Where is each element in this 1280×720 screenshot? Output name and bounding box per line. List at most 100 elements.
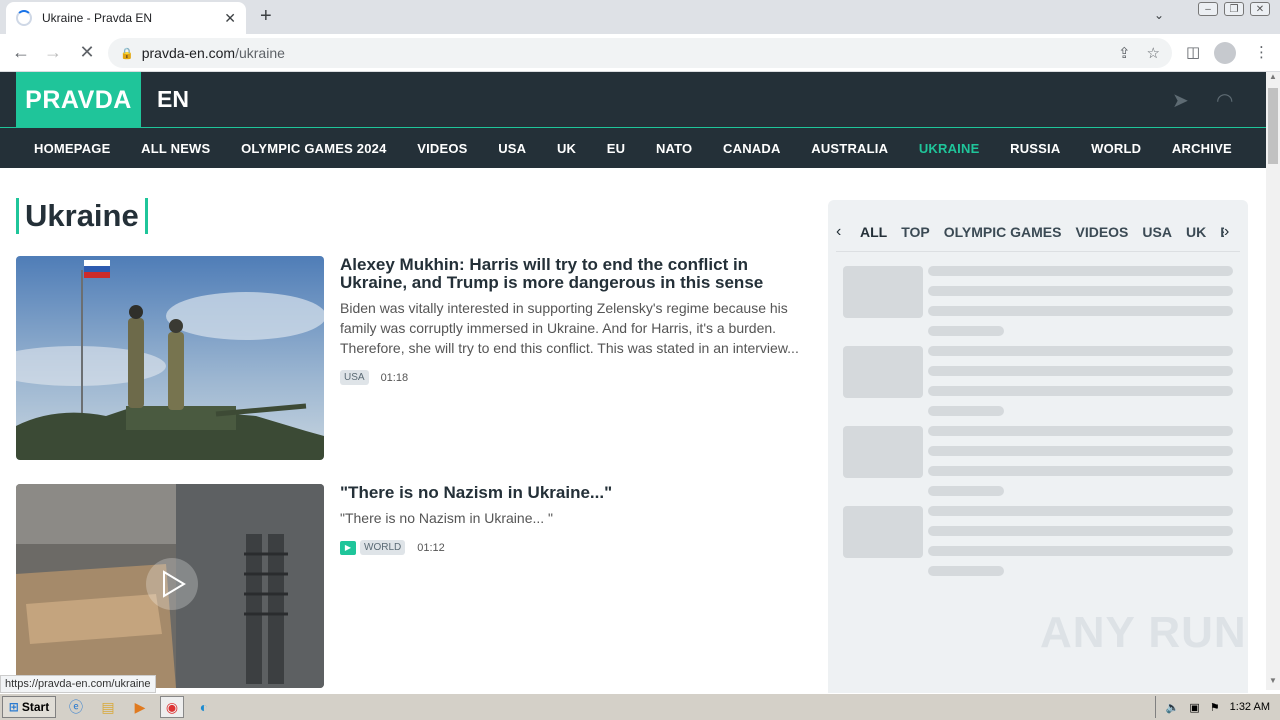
article-body: Alexey Mukhin: Harris will try to end th… <box>340 256 810 385</box>
nav-item-canada[interactable]: CANADA <box>723 141 781 156</box>
site-header: PRAVDA EN ➤ ◠ <box>0 72 1266 128</box>
scroll-up-icon[interactable]: ▲ <box>1266 72 1280 86</box>
address-bar[interactable]: 🔒 pravda-en.com /ukraine ⇪ ☆ <box>108 38 1172 68</box>
main-navigation: HOMEPAGE ALL NEWS OLYMPIC GAMES 2024 VIDEOS… <box>0 128 1266 168</box>
placeholder-line <box>928 306 1233 316</box>
restore-icon[interactable]: ❐ <box>1224 2 1244 16</box>
feed-tab-all[interactable]: ALL <box>860 224 887 240</box>
nav-item-homepage[interactable]: HOMEPAGE <box>34 141 110 156</box>
telegram-icon[interactable]: ➤ <box>1172 88 1189 113</box>
nav-item-russia[interactable]: RUSSIA <box>1010 141 1060 156</box>
loading-placeholder <box>843 426 1233 498</box>
feed-tab-videos[interactable]: VIDEOS <box>1075 224 1128 240</box>
feed-tab-top[interactable]: TOP <box>901 224 930 240</box>
back-icon[interactable]: ← <box>10 42 32 63</box>
placeholder-image <box>843 346 923 398</box>
placeholder-line <box>928 486 1004 496</box>
page-scrollbar[interactable]: ▲ ▼ <box>1266 72 1280 690</box>
placeholder-line <box>928 426 1233 436</box>
watermark: ANY RUN <box>1040 608 1247 657</box>
ie-icon[interactable]: ⓔ <box>64 696 88 718</box>
placeholder-line <box>928 446 1233 456</box>
folder-icon[interactable]: ▤ <box>96 696 120 718</box>
article-lead: Biden was vitally interested in supporti… <box>340 300 799 356</box>
chrome-icon[interactable]: ◉ <box>160 696 184 718</box>
nav-item-usa[interactable]: USA <box>498 141 526 156</box>
lock-icon[interactable]: 🔒 <box>120 47 134 60</box>
edition-label[interactable]: EN <box>157 86 189 113</box>
new-tab-icon[interactable]: + <box>260 5 272 28</box>
article-tag[interactable]: WORLD <box>360 540 406 555</box>
placeholder-line <box>928 266 1233 276</box>
scroll-down-icon[interactable]: ▼ <box>1266 676 1280 690</box>
chevron-left-icon[interactable]: ‹ <box>836 223 852 241</box>
nav-item-australia[interactable]: AUSTRALIA <box>811 141 888 156</box>
nav-item-archive[interactable]: ARCHIVE <box>1172 141 1232 156</box>
placeholder-line <box>928 406 1004 416</box>
nav-item-olympic-games-2024[interactable]: OLYMPIC GAMES 2024 <box>241 141 386 156</box>
tab-search-chevron-icon[interactable]: ⌄ <box>1154 8 1164 22</box>
feed-tab-usa[interactable]: USA <box>1142 224 1172 240</box>
window-controls: – ❐ ✕ <box>1198 2 1270 16</box>
browser-tab[interactable]: Ukraine - Pravda EN ✕ <box>6 2 246 34</box>
feed-tabs: ‹ ALL TOP OLYMPIC GAMES VIDEOS USA UK EU › <box>836 212 1240 252</box>
share-icon[interactable]: ⇪ <box>1118 44 1131 62</box>
article-body: "There is no Nazism in Ukraine..." "Ther… <box>340 484 810 555</box>
side-panel-icon[interactable]: ◫ <box>1186 43 1200 61</box>
media-player-icon[interactable]: ▶ <box>128 696 152 718</box>
minimize-icon[interactable]: – <box>1198 2 1218 16</box>
feed-tab-olympic-games[interactable]: OLYMPIC GAMES <box>944 224 1062 240</box>
placeholder-line <box>928 526 1233 536</box>
placeholder-line <box>928 506 1233 516</box>
article-thumbnail[interactable] <box>16 256 324 460</box>
article-thumbnail[interactable] <box>16 484 324 688</box>
url-host: pravda-en.com <box>141 45 236 61</box>
placeholder-line <box>928 546 1233 556</box>
article-time: 01:18 <box>380 371 409 384</box>
chevron-right-icon[interactable]: › <box>1224 223 1240 241</box>
flag-icon[interactable]: ⚑ <box>1210 701 1220 714</box>
nav-item-uk[interactable]: UK <box>557 141 576 156</box>
edge-icon[interactable]: ◐ <box>192 696 216 718</box>
nav-item-all-news[interactable]: ALL NEWS <box>141 141 210 156</box>
nav-item-nato[interactable]: NATO <box>656 141 692 156</box>
volume-icon[interactable]: 🔈 <box>1166 701 1180 714</box>
article-card[interactable]: Alexey Mukhin: Harris will try to end th… <box>16 256 806 460</box>
article-tag[interactable]: USA <box>340 370 369 385</box>
article-title[interactable]: "There is no Nazism in Ukraine..." <box>340 484 810 502</box>
placeholder-line <box>928 326 1004 336</box>
site-logo[interactable]: PRAVDA <box>16 72 141 128</box>
profile-avatar-icon[interactable] <box>1214 42 1236 64</box>
network-icon[interactable]: ▣ <box>1189 701 1199 714</box>
bookmark-star-icon[interactable]: ☆ <box>1147 44 1160 62</box>
loading-spinner-icon <box>16 10 32 26</box>
close-tab-icon[interactable]: ✕ <box>224 10 236 27</box>
placeholder-image <box>843 506 923 558</box>
nav-item-videos[interactable]: VIDEOS <box>417 141 467 156</box>
tab-title: Ukraine - Pravda EN <box>42 11 153 25</box>
start-button[interactable]: ⊞ Start <box>2 696 56 718</box>
placeholder-line <box>928 386 1233 396</box>
nav-item-eu[interactable]: EU <box>607 141 625 156</box>
menu-kebab-icon[interactable]: ⋮ <box>1254 43 1269 61</box>
placeholder-line <box>928 566 1004 576</box>
nav-item-world[interactable]: WORLD <box>1091 141 1141 156</box>
url-path: /ukraine <box>235 45 285 61</box>
close-window-icon[interactable]: ✕ <box>1250 2 1270 16</box>
clock[interactable]: 1:32 AM <box>1230 701 1270 713</box>
os-taskbar: ⊞ Start ⓔ ▤ ▶ ◉ ◐ 🔈 ▣ ⚑ 1:32 AM <box>0 693 1280 720</box>
rss-icon[interactable]: ◠ <box>1216 88 1233 113</box>
loading-placeholder <box>843 506 1233 578</box>
scroll-thumb[interactable] <box>1268 88 1278 164</box>
nav-item-ukraine[interactable]: UKRAINE <box>919 141 980 156</box>
feed-tab-eu[interactable]: EU <box>1220 224 1224 240</box>
stop-loading-icon[interactable]: ✕ <box>76 42 98 63</box>
article-card[interactable]: "There is no Nazism in Ukraine..." "Ther… <box>16 484 806 688</box>
article-meta: USA 01:18 <box>340 370 810 385</box>
article-title[interactable]: Alexey Mukhin: Harris will try to end th… <box>340 256 810 292</box>
page-title: Ukraine <box>16 198 148 234</box>
loading-placeholder <box>843 346 1233 418</box>
placeholder-line <box>928 366 1233 376</box>
feed-tab-uk[interactable]: UK <box>1186 224 1206 240</box>
forward-icon[interactable]: → <box>42 42 64 63</box>
